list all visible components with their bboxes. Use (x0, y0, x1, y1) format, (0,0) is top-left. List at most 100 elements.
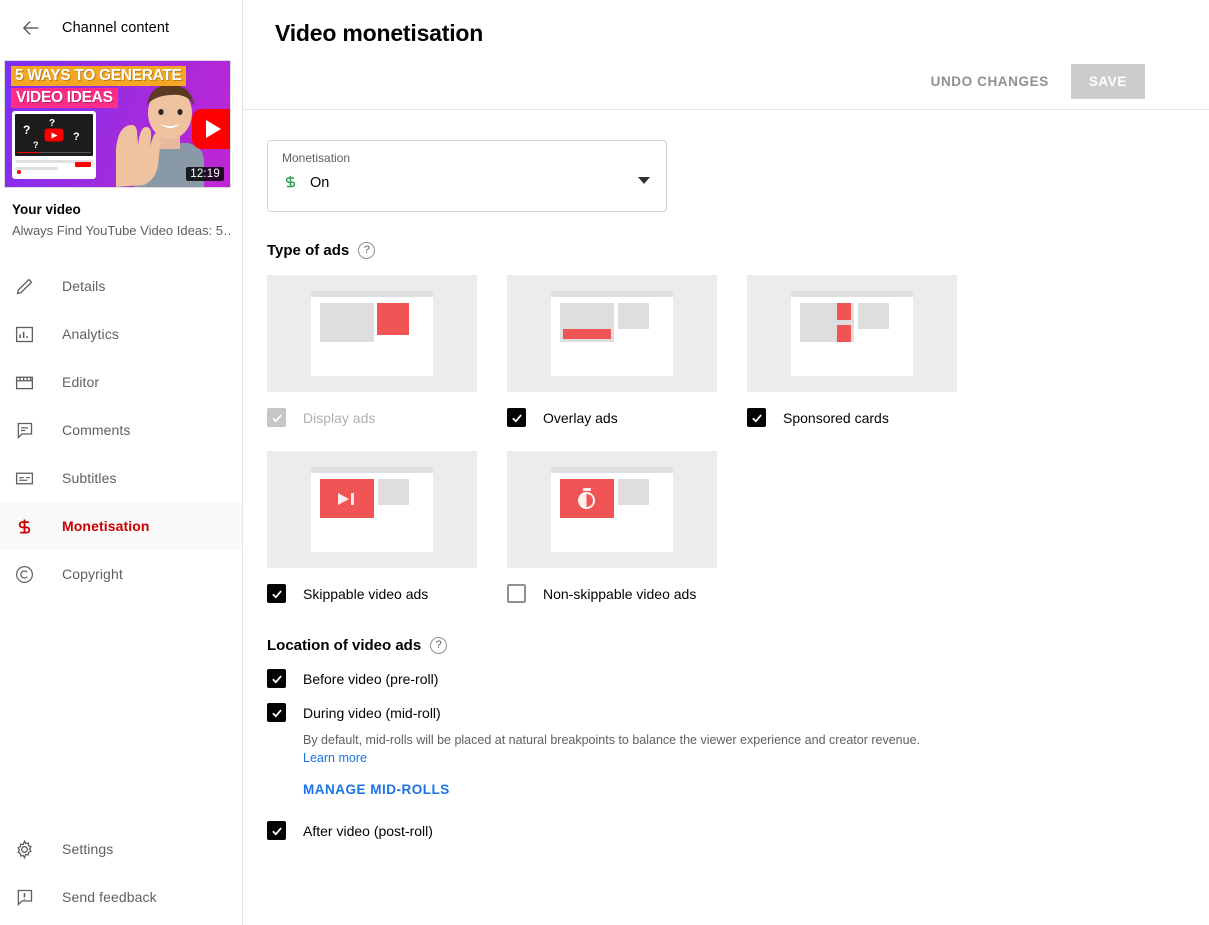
main-panel: Video monetisation UNDO CHANGES SAVE Mon… (243, 0, 1209, 925)
type-of-ads-row-1: Display ads Overlay ads Sponsored cards (267, 275, 1177, 427)
location-option-post-roll[interactable]: After video (post-roll) (267, 821, 1177, 841)
help-circle-icon[interactable]: ? (358, 242, 376, 259)
checkbox-skippable-video-ads[interactable] (267, 584, 286, 603)
sidebar-item-analytics[interactable]: Analytics (0, 310, 242, 358)
sidebar-item-label: Editor (62, 374, 100, 390)
monetisation-select-label: Monetisation (282, 151, 351, 165)
sidebar-item-label: Settings (62, 841, 114, 857)
sidebar-bottom-nav: Settings Send feedback (0, 825, 242, 921)
checkbox-label: Sponsored cards (783, 409, 889, 426)
video-title: Your video (12, 202, 81, 217)
checkbox-label: After video (post-roll) (303, 822, 433, 839)
location-of-video-ads-heading: Location of video ads ? (267, 637, 1177, 654)
section-title: Location of video ads (267, 637, 422, 654)
monetisation-select-value: On (310, 175, 330, 191)
video-meta: Your video Always Find YouTube Video Ide… (0, 188, 242, 238)
overlay-ads-checkbox-row[interactable]: Overlay ads (507, 408, 717, 427)
mid-roll-note: By default, mid-rolls will be placed at … (303, 731, 1177, 767)
sidebar-header: Channel content (0, 0, 242, 56)
ad-option-non-skippable-video-ads: Non-skippable video ads (507, 451, 717, 603)
checkbox-label: Display ads (303, 409, 376, 426)
ad-option-sponsored-cards: Sponsored cards (747, 275, 957, 427)
location-option-mid-roll[interactable]: During video (mid-roll) (267, 703, 1177, 722)
non-skippable-video-ads-checkbox-row[interactable]: Non-skippable video ads (507, 584, 717, 603)
sidebar-header-title: Channel content (62, 20, 170, 36)
sidebar-item-copyright[interactable]: Copyright (0, 550, 242, 598)
sidebar-item-label: Comments (62, 422, 131, 438)
dollar-icon (282, 173, 299, 193)
video-thumbnail-wrap[interactable]: 5 WAYS TO GENERATE VIDEO IDEAS ? ? ? ? 1… (0, 60, 242, 188)
feedback-icon (14, 887, 40, 908)
checkbox-label: Non-skippable video ads (543, 585, 697, 602)
checkbox-label: During video (mid-roll) (303, 704, 441, 721)
sidebar-item-label: Analytics (62, 326, 119, 342)
checkbox-during-video[interactable] (267, 703, 286, 722)
bar-chart-icon (14, 324, 40, 345)
subtitles-icon (14, 468, 40, 489)
sponsored-cards-checkbox-row[interactable]: Sponsored cards (747, 408, 957, 427)
checkbox-overlay-ads[interactable] (507, 408, 526, 427)
thumbnail-title-line-1: 5 WAYS TO GENERATE (11, 66, 186, 86)
page-title: Video monetisation (275, 20, 484, 46)
thumbnail-title-line-2: VIDEO IDEAS (11, 88, 118, 108)
video-thumbnail[interactable]: 5 WAYS TO GENERATE VIDEO IDEAS ? ? ? ? 1… (4, 60, 231, 188)
checkbox-label: Before video (pre-roll) (303, 670, 439, 687)
display-ads-checkbox-row[interactable]: Display ads (267, 408, 477, 427)
video-subtitle: Always Find YouTube Video Ideas: 5… (12, 223, 230, 238)
sidebar-item-label: Details (62, 278, 106, 294)
pencil-icon (14, 276, 40, 297)
manage-mid-rolls-button[interactable]: MANAGE MID-ROLLS (303, 782, 450, 797)
sidebar-item-monetisation[interactable]: Monetisation (0, 502, 242, 550)
clapperboard-icon (14, 372, 40, 393)
sponsored-cards-preview (747, 275, 957, 392)
settings-content: Monetisation On Type of ads ? Display ad… (243, 110, 1209, 841)
sidebar-item-editor[interactable]: Editor (0, 358, 242, 406)
sidebar-item-label: Monetisation (62, 518, 150, 534)
video-duration-badge: 12:19 (186, 167, 224, 181)
skippable-video-ads-checkbox-row[interactable]: Skippable video ads (267, 584, 477, 603)
non-skippable-video-ads-preview (507, 451, 717, 568)
comment-icon (14, 420, 40, 441)
back-arrow-icon[interactable] (14, 11, 48, 45)
checkbox-display-ads (267, 408, 286, 427)
checkbox-sponsored-cards[interactable] (747, 408, 766, 427)
location-option-pre-roll[interactable]: Before video (pre-roll) (267, 669, 1177, 688)
section-title: Type of ads (267, 242, 350, 259)
sidebar-nav: Details Analytics Editor Comments Subtit… (0, 262, 242, 598)
sidebar-item-comments[interactable]: Comments (0, 406, 242, 454)
type-of-ads-row-2: Skippable video ads Non-skippable video … (267, 451, 1177, 603)
ad-option-skippable-video-ads: Skippable video ads (267, 451, 477, 603)
sidebar-item-label: Copyright (62, 566, 123, 582)
sidebar-item-details[interactable]: Details (0, 262, 242, 310)
checkbox-non-skippable-video-ads[interactable] (507, 584, 526, 603)
gear-icon (14, 839, 40, 860)
header-actions: UNDO CHANGES SAVE (275, 53, 1177, 109)
sidebar-item-settings[interactable]: Settings (0, 825, 242, 873)
learn-more-link[interactable]: Learn more (303, 749, 1177, 767)
sidebar-item-label: Subtitles (62, 470, 117, 486)
checkbox-before-video[interactable] (267, 669, 286, 688)
mid-roll-note-text: By default, mid-rolls will be placed at … (303, 733, 921, 747)
thumbnail-mini-player: ? ? ? ? (12, 111, 96, 179)
checkbox-label: Skippable video ads (303, 585, 429, 602)
sidebar-item-send-feedback[interactable]: Send feedback (0, 873, 242, 921)
save-button[interactable]: SAVE (1070, 63, 1145, 99)
dollar-icon (14, 516, 40, 537)
checkbox-after-video[interactable] (267, 821, 286, 841)
type-of-ads-heading: Type of ads ? (267, 242, 1177, 259)
sidebar-item-subtitles[interactable]: Subtitles (0, 454, 242, 502)
thumbnail-play-badge (192, 109, 230, 149)
chevron-down-icon[interactable] (638, 177, 650, 184)
ad-option-overlay-ads: Overlay ads (507, 275, 717, 427)
checkbox-label: Overlay ads (543, 409, 618, 426)
ad-option-display-ads: Display ads (267, 275, 477, 427)
undo-changes-button[interactable]: UNDO CHANGES (917, 64, 1063, 99)
youtube-studio-monetisation-page: Channel content 5 WAYS TO GENERATE VIDEO… (0, 0, 1209, 925)
main-header: Video monetisation UNDO CHANGES SAVE (243, 0, 1209, 109)
monetisation-select[interactable]: Monetisation On (267, 140, 667, 212)
overlay-ads-preview (507, 275, 717, 392)
skippable-video-ads-preview (267, 451, 477, 568)
copyright-icon (14, 564, 40, 585)
help-circle-icon[interactable]: ? (430, 637, 448, 654)
sidebar-item-label: Send feedback (62, 889, 157, 905)
